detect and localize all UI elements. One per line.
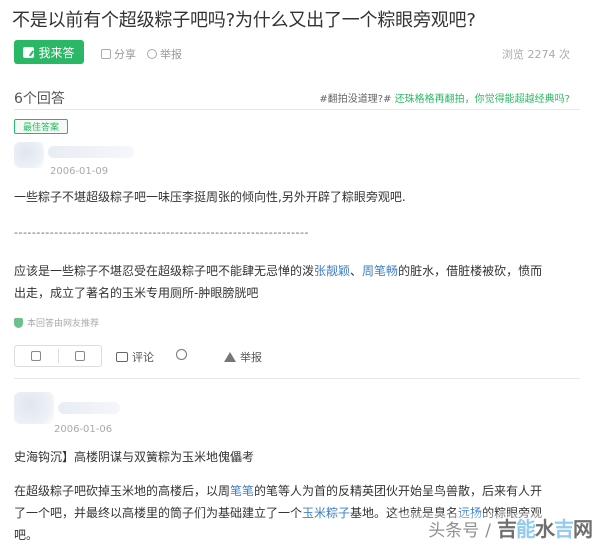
- text-span: 了一个吧，并最终以高楼里的筒子们为基础建立了一个: [14, 506, 303, 520]
- sad-button[interactable]: [176, 349, 187, 360]
- link-zhou[interactable]: 周笔畅: [362, 264, 398, 278]
- avatar[interactable]: [14, 392, 54, 424]
- answer2-text-line3: 吧。: [14, 528, 39, 542]
- shield-icon: [14, 317, 23, 328]
- comment-button[interactable]: 评论: [116, 349, 154, 365]
- topic-tags[interactable]: #翻拍没道理?# 还珠格格再翻拍，你觉得能超越经典吗?: [319, 90, 570, 105]
- warning-icon: [224, 352, 236, 362]
- share-label: 分享: [114, 48, 136, 61]
- answer-heading: 史海钩沉】高楼阴谋与双簧粽为玉米地傀儡考: [14, 450, 255, 464]
- answer-count: 6个回答: [14, 91, 65, 107]
- comment-label: 评论: [132, 351, 154, 364]
- link-zhang[interactable]: 张靓颖: [314, 264, 350, 278]
- answer-text-line1: 一些粽子不堪超级粽子吧一味压李挺周张的倾向性,另外开辟了粽眼旁观吧.: [14, 190, 406, 204]
- answer-date: 2006-01-06: [54, 424, 113, 435]
- text-span: 应该是一些粽子不堪忍受在超级粽子吧不能肆无忌惮的泼: [14, 264, 315, 278]
- separator-dashes: ----------------------------------------…: [14, 226, 309, 239]
- thumb-down-icon: [74, 351, 85, 361]
- topic-link[interactable]: 还珠格格再翻拍，你觉得能超越经典吗?: [395, 94, 570, 105]
- share-icon: [101, 49, 111, 59]
- view-count: 浏览 2274 次: [502, 48, 570, 61]
- comment-icon: [116, 352, 128, 362]
- text-span: 的脏水，借脏楼被砍，愤而: [398, 264, 543, 278]
- report-icon: [147, 49, 157, 59]
- answer-button[interactable]: 我来答: [14, 40, 84, 64]
- report-answer-label: 举报: [240, 351, 262, 364]
- topic-hashtag[interactable]: #翻拍没道理?#: [319, 94, 391, 105]
- vote-control: [14, 345, 102, 367]
- text-span: 、: [350, 264, 363, 278]
- report-link[interactable]: 举报: [147, 46, 182, 62]
- share-link[interactable]: 分享: [101, 46, 136, 62]
- answer-date: 2006-01-09: [50, 166, 109, 177]
- report-answer-button[interactable]: 举报: [224, 349, 262, 365]
- watermark-band: [392, 513, 592, 546]
- username-blurred[interactable]: [48, 146, 134, 158]
- username-blurred[interactable]: [58, 402, 120, 414]
- avatar[interactable]: [14, 142, 44, 168]
- report-label: 举报: [160, 48, 182, 61]
- link-yumi[interactable]: 玉米粽子: [302, 506, 350, 520]
- sad-face-icon: [176, 349, 187, 360]
- answer-text-paragraph: 应该是一些粽子不堪忍受在超级粽子吧不能肆无忌惮的泼张靓颖、周笔畅的脏水，借脏楼被…: [14, 260, 542, 282]
- answer-divider: [14, 378, 580, 379]
- answer2-text-line1: 在超级粽子吧砍掉玉米地的高楼后，以周笔笔的笔等人为首的反精英团伙开始呈鸟兽散，后…: [14, 480, 542, 502]
- recommended-note: 本回答由网友推荐: [14, 316, 99, 329]
- text-span: 的笔等人为首的反精英团伙开始呈鸟兽散，后来有人开: [254, 484, 543, 498]
- pen-icon: [23, 46, 35, 58]
- header-divider: [14, 109, 580, 110]
- link-bibi[interactable]: 笔笔: [230, 484, 254, 498]
- answer-text-line3: 出走，成立了著名的玉米专用厕所-肿眼膀胱吧: [14, 286, 259, 300]
- upvote-button[interactable]: [15, 346, 58, 366]
- downvote-button[interactable]: [59, 346, 102, 366]
- best-answer-badge: 最佳答案: [14, 119, 68, 134]
- question-title: 不是以前有个超级粽子吧吗?为什么又出了一个粽眼旁观吧?: [12, 10, 476, 31]
- answer-button-label: 我来答: [38, 45, 75, 60]
- thumb-up-icon: [31, 351, 42, 361]
- watermark: 头条号 / 吉能水吉网: [392, 513, 593, 546]
- text-span: 在超级粽子吧砍掉玉米地的高楼后，以周: [14, 484, 231, 498]
- recommended-label: 本回答由网友推荐: [27, 319, 100, 329]
